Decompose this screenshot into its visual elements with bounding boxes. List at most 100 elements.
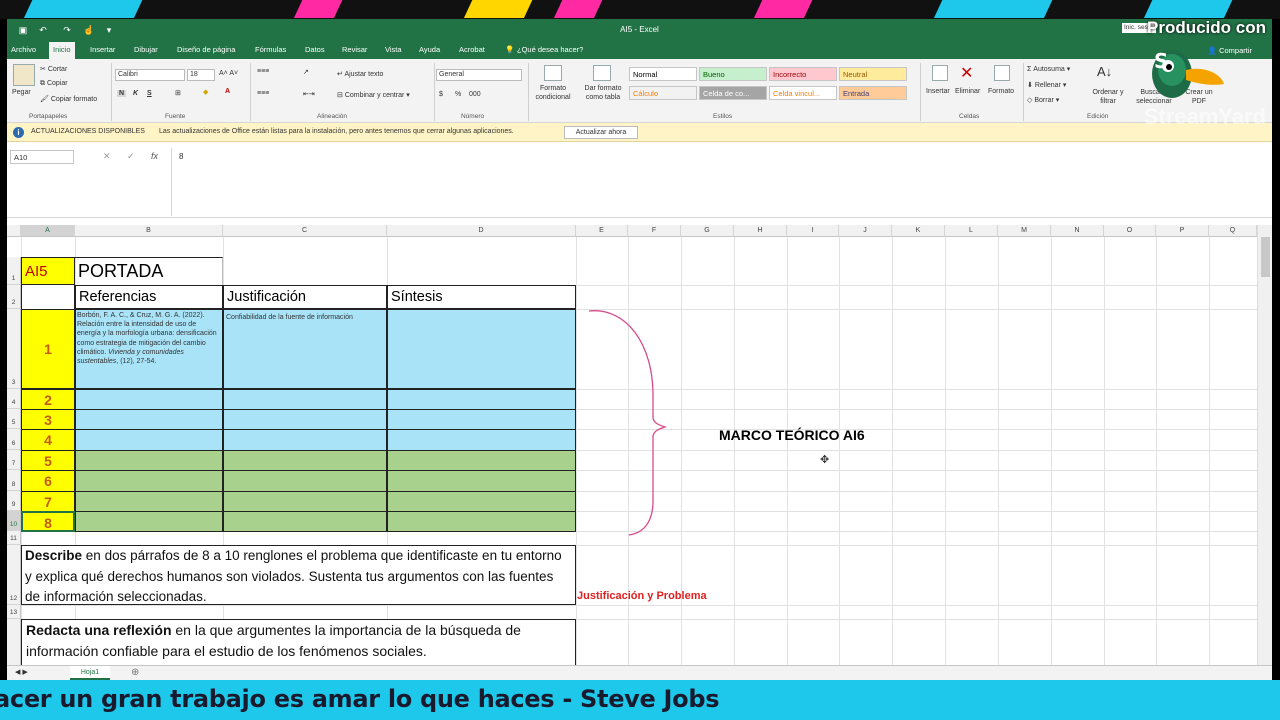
column-header-c[interactable]: C xyxy=(223,225,387,237)
synthesis-cell[interactable] xyxy=(387,511,576,532)
conditional-format-button[interactable]: Formato condicional xyxy=(531,84,575,102)
row-number-cell[interactable]: 2 xyxy=(21,389,75,410)
tab-archivo[interactable]: Archivo xyxy=(11,45,36,54)
header-justificacion[interactable]: Justificación xyxy=(223,285,387,309)
align-top-icon[interactable]: ≡≡≡ xyxy=(257,68,269,75)
style-celda-vinculada[interactable]: Celda vincul... xyxy=(769,86,837,100)
format-as-table-button[interactable]: Dar formato como tabla xyxy=(579,84,627,102)
tab-dibujar[interactable]: Dibujar xyxy=(134,45,158,54)
thousands-button[interactable]: 000 xyxy=(469,91,481,98)
reference-cell[interactable] xyxy=(75,491,223,512)
header-referencias[interactable]: Referencias xyxy=(75,285,223,309)
indent-icon[interactable]: ⇤⇥ xyxy=(303,90,315,98)
row-header-8[interactable]: 8 xyxy=(7,470,21,491)
name-box[interactable]: A10 xyxy=(10,150,74,164)
cancel-icon[interactable]: ✕ xyxy=(103,151,111,162)
justification-cell[interactable] xyxy=(223,491,387,512)
synthesis-cell[interactable] xyxy=(387,470,576,492)
cell-a2[interactable] xyxy=(21,285,75,309)
italic-button[interactable]: K xyxy=(133,90,138,97)
column-header-d[interactable]: D xyxy=(387,225,576,237)
reference-cell[interactable] xyxy=(75,450,223,471)
fill-button[interactable]: ⬇ Rellenar ▾ xyxy=(1027,81,1066,89)
wrap-text-button[interactable]: ↵ Ajustar texto xyxy=(337,70,383,78)
column-header-n[interactable]: N xyxy=(1051,225,1104,237)
justification-cell[interactable] xyxy=(223,450,387,471)
redacta-instruction[interactable]: Redacta una reflexión en la que argument… xyxy=(21,619,576,665)
reference-cell[interactable]: Borbón, F. A. C., & Cruz, M. G. A. (2022… xyxy=(75,309,223,389)
update-now-button[interactable]: Actualizar ahora xyxy=(564,126,638,139)
row-number-cell[interactable]: 1 xyxy=(21,309,75,389)
font-size-select[interactable]: 18 xyxy=(187,69,215,81)
row-header-11[interactable]: 11 xyxy=(7,531,21,545)
scrollbar-thumb[interactable] xyxy=(1261,237,1270,277)
currency-button[interactable]: $ xyxy=(439,91,443,98)
column-header-b[interactable]: B xyxy=(75,225,223,237)
delete-cells-button[interactable]: Eliminar xyxy=(955,88,980,95)
row-number-cell[interactable]: 8 xyxy=(21,511,75,532)
row-header-6[interactable]: 6 xyxy=(7,429,21,450)
paste-icon[interactable] xyxy=(13,64,35,86)
bold-button[interactable]: N xyxy=(117,90,127,97)
style-celda-comprobacion[interactable]: Celda de co... xyxy=(699,86,767,100)
row-number-cell[interactable]: 3 xyxy=(21,409,75,430)
worksheet-grid[interactable]: ABCDEFGHIJKLMNOPQ 1234567891011121314 AI… xyxy=(7,225,1257,665)
row-header-12[interactable]: 12 xyxy=(7,545,21,605)
reference-cell[interactable] xyxy=(75,429,223,451)
style-neutral[interactable]: Neutral xyxy=(839,67,907,81)
style-incorrecto[interactable]: Incorrecto xyxy=(769,67,837,81)
column-header-o[interactable]: O xyxy=(1104,225,1156,237)
tab-ayuda[interactable]: Ayuda xyxy=(419,45,440,54)
row-header-5[interactable]: 5 xyxy=(7,409,21,429)
row-header-7[interactable]: 7 xyxy=(7,450,21,470)
sheet-nav-icon[interactable]: ◀ ▶ xyxy=(15,668,28,676)
column-header-a[interactable]: A xyxy=(21,225,75,237)
column-header-h[interactable]: H xyxy=(734,225,787,237)
percent-button[interactable]: % xyxy=(455,91,461,98)
cell-a1[interactable]: AI5 xyxy=(21,257,75,285)
justification-cell[interactable] xyxy=(223,389,387,410)
fill-color-icon[interactable]: ◆ xyxy=(203,88,208,96)
align-left-icon[interactable]: ≡≡≡ xyxy=(257,90,269,97)
tab-acrobat[interactable]: Acrobat xyxy=(459,45,485,54)
format-painter-button[interactable]: 🖌 Copiar formato xyxy=(40,95,97,103)
column-header-k[interactable]: K xyxy=(892,225,945,237)
justification-cell[interactable] xyxy=(223,511,387,532)
reference-cell[interactable] xyxy=(75,511,223,532)
describe-instruction[interactable]: Describe en dos párrafos de 8 a 10 rengl… xyxy=(21,545,576,605)
row-header-4[interactable]: 4 xyxy=(7,389,21,409)
synthesis-cell[interactable] xyxy=(387,409,576,430)
tell-me-search[interactable]: ¿Qué desea hacer? xyxy=(517,45,583,54)
borders-icon[interactable]: ⊞ xyxy=(175,89,181,97)
row-number-cell[interactable]: 7 xyxy=(21,491,75,512)
reference-cell[interactable] xyxy=(75,389,223,410)
format-cells-button[interactable]: Formato xyxy=(988,88,1014,95)
row-header-10[interactable]: 10 xyxy=(7,511,21,531)
reference-cell[interactable] xyxy=(75,470,223,492)
tab-diseno-pagina[interactable]: Diseño de página xyxy=(177,45,235,54)
synthesis-cell[interactable] xyxy=(387,491,576,512)
font-name-select[interactable]: Calibri xyxy=(115,69,185,81)
column-header-g[interactable]: G xyxy=(681,225,734,237)
header-sintesis[interactable]: Síntesis xyxy=(387,285,576,309)
column-header-p[interactable]: P xyxy=(1156,225,1209,237)
copy-button[interactable]: ⧉ Copiar xyxy=(40,80,68,88)
synthesis-cell[interactable] xyxy=(387,389,576,410)
grow-font-icon[interactable]: A˄ A˅ xyxy=(219,70,238,77)
tab-revisar[interactable]: Revisar xyxy=(342,45,367,54)
row-header-14[interactable]: 14 xyxy=(7,619,21,665)
row-header-1[interactable]: 1 xyxy=(7,257,21,285)
column-header-f[interactable]: F xyxy=(628,225,681,237)
cell-b1[interactable]: PORTADA xyxy=(75,257,223,285)
select-all-corner[interactable] xyxy=(7,225,21,237)
synthesis-cell[interactable] xyxy=(387,429,576,451)
style-normal[interactable]: Normal xyxy=(629,67,697,81)
merge-center-button[interactable]: ⊟ Combinar y centrar ▾ xyxy=(337,91,410,99)
font-color-icon[interactable]: A xyxy=(225,88,230,95)
paste-button[interactable]: Pegar xyxy=(12,89,31,96)
number-format-select[interactable]: General xyxy=(436,69,522,81)
reference-cell[interactable] xyxy=(75,409,223,430)
synthesis-cell[interactable] xyxy=(387,309,576,389)
row-number-cell[interactable]: 4 xyxy=(21,429,75,451)
row-header-9[interactable]: 9 xyxy=(7,491,21,511)
